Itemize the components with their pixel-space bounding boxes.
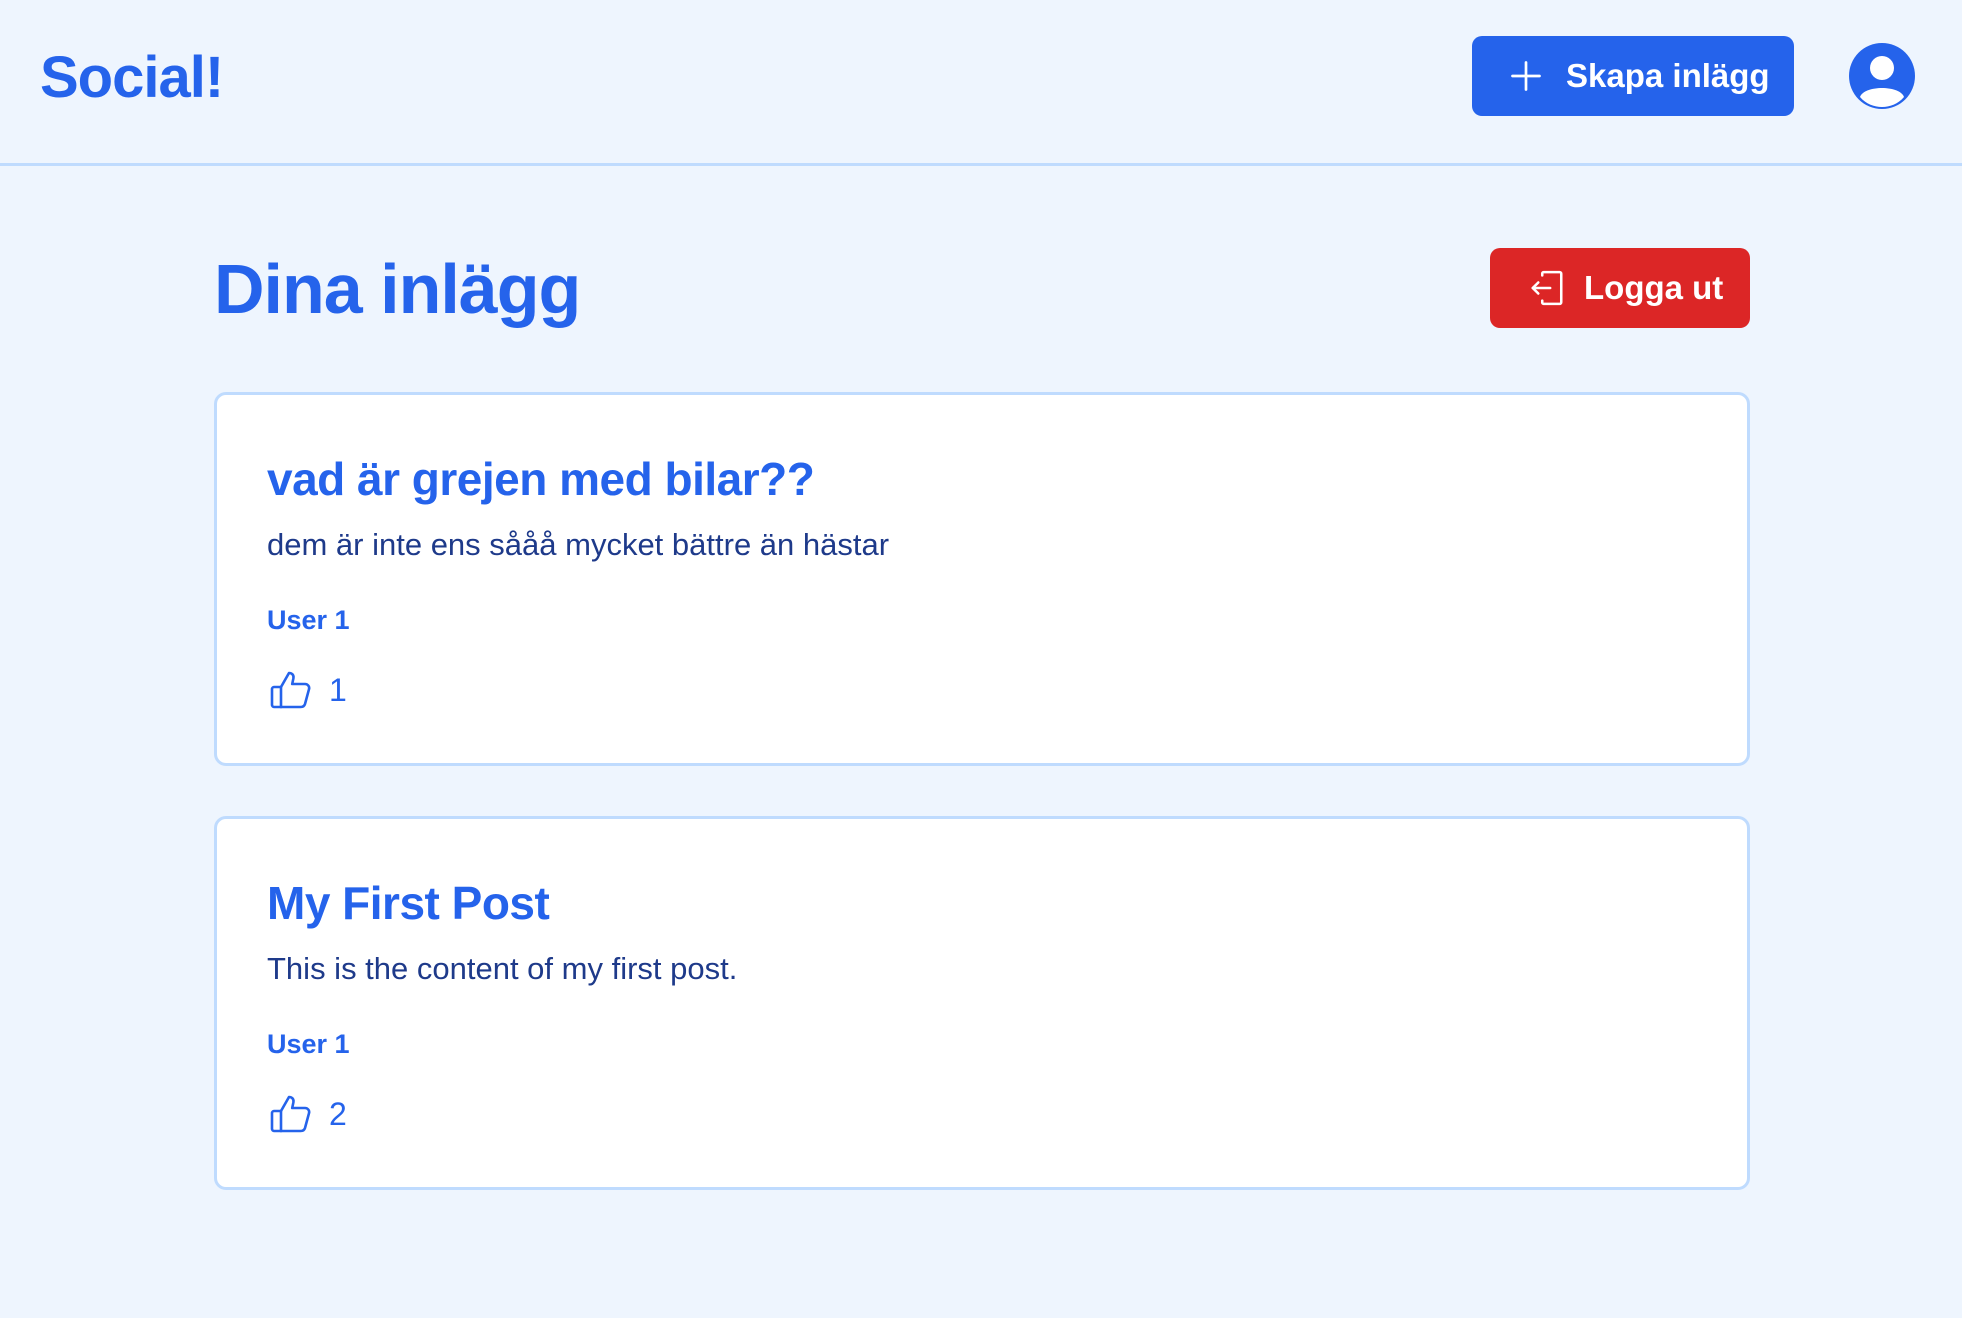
post-author[interactable]: User 1 xyxy=(267,603,350,637)
post-title[interactable]: My First Post xyxy=(267,873,550,933)
plus-icon xyxy=(1511,61,1541,91)
like-row: 2 xyxy=(267,1089,347,1139)
thumbs-up-icon[interactable] xyxy=(267,666,315,714)
thumbs-up-icon[interactable] xyxy=(267,1090,315,1138)
like-count: 1 xyxy=(329,672,347,708)
create-post-label: Skapa inlägg xyxy=(1566,57,1770,94)
post-title[interactable]: vad är grejen med bilar?? xyxy=(267,449,815,509)
post-content: This is the content of my first post. xyxy=(267,951,738,986)
like-row: 1 xyxy=(267,665,347,715)
post-card: My First Post This is the content of my … xyxy=(214,816,1750,1190)
post-author[interactable]: User 1 xyxy=(267,1027,350,1061)
app-logo[interactable]: Social! xyxy=(40,40,224,116)
post-card: vad är grejen med bilar?? dem är inte en… xyxy=(214,392,1750,766)
like-count: 2 xyxy=(329,1096,347,1132)
logout-label: Logga ut xyxy=(1584,269,1724,306)
page-title: Dina inlägg xyxy=(214,250,581,328)
logout-icon xyxy=(1531,270,1563,306)
logout-button[interactable]: Logga ut xyxy=(1490,248,1750,328)
post-content: dem är inte ens sååå mycket bättre än hä… xyxy=(267,527,890,562)
create-post-button[interactable]: Skapa inlägg xyxy=(1472,36,1794,116)
user-circle-icon[interactable] xyxy=(1848,42,1916,110)
top-bar: Social! Skapa inlägg xyxy=(0,0,1962,166)
